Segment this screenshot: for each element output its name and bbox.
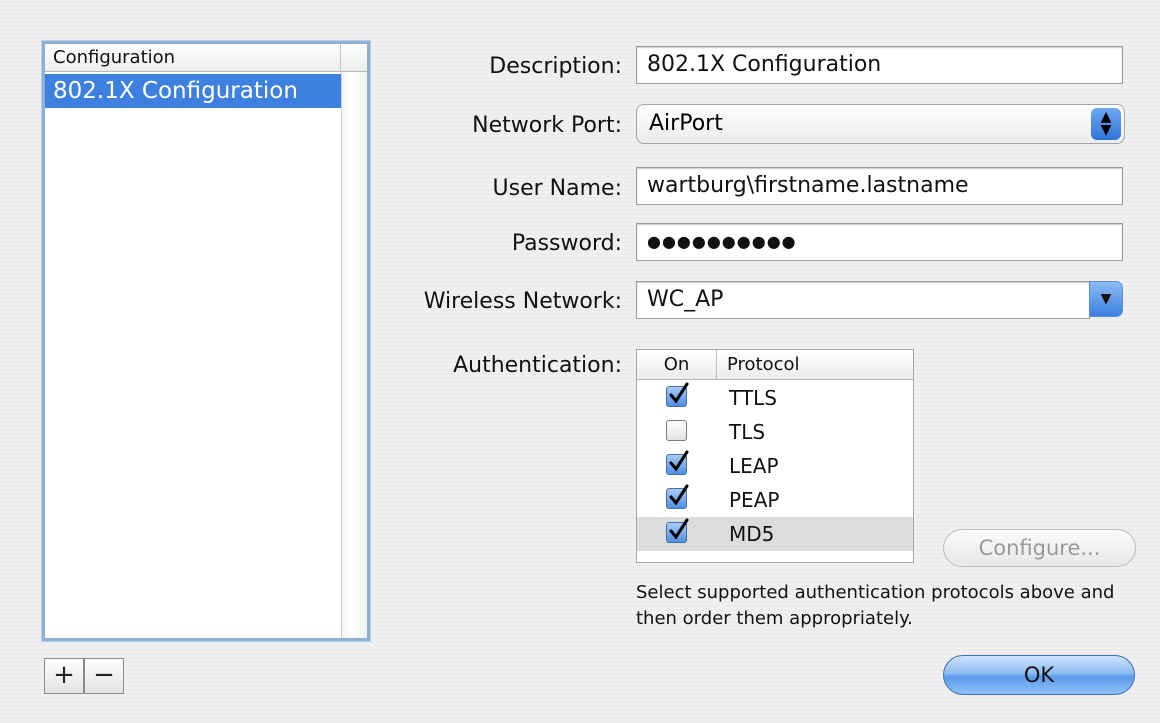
remove-configuration-button[interactable]: − bbox=[84, 658, 124, 694]
user-name-field[interactable]: wartburg\firstname.lastname bbox=[636, 167, 1123, 205]
ok-button[interactable]: OK bbox=[943, 655, 1135, 695]
authentication-hint-text: Select supported authentication protocol… bbox=[636, 582, 1115, 629]
wireless-network-label: Wireless Network: bbox=[423, 289, 622, 314]
protocol-name: MD5 bbox=[729, 522, 775, 546]
checkmark-icon bbox=[669, 450, 689, 472]
description-label: Description: bbox=[489, 54, 622, 79]
protocol-row[interactable]: LEAP bbox=[637, 449, 913, 483]
checkmark-icon bbox=[669, 484, 689, 506]
protocol-checkbox[interactable] bbox=[666, 450, 689, 475]
configuration-item[interactable]: 802.1X Configuration bbox=[45, 74, 341, 108]
up-down-arrows-icon: ▲ ▼ bbox=[1091, 108, 1121, 140]
protocol-row[interactable]: TLS bbox=[637, 415, 913, 449]
configure-button[interactable]: Configure... bbox=[943, 529, 1136, 567]
configuration-list[interactable]: Configuration 802.1X Configuration bbox=[42, 41, 370, 641]
chevron-down-icon: ▼ bbox=[1100, 291, 1112, 307]
password-label: Password: bbox=[511, 231, 622, 256]
on-column-header[interactable]: On bbox=[637, 350, 717, 380]
protocol-name: LEAP bbox=[729, 454, 779, 478]
description-field[interactable]: 802.1X Configuration bbox=[636, 46, 1123, 84]
protocol-checkbox[interactable] bbox=[666, 382, 689, 407]
configuration-column-header[interactable]: Configuration bbox=[45, 44, 341, 72]
checkmark-icon bbox=[669, 382, 689, 404]
protocol-checkbox[interactable] bbox=[666, 518, 689, 543]
add-configuration-button[interactable]: + bbox=[44, 658, 84, 694]
user-name-label: User Name: bbox=[492, 176, 622, 201]
protocol-row[interactable]: TTLS bbox=[637, 381, 913, 415]
protocol-row[interactable]: MD5 bbox=[637, 517, 913, 551]
protocol-checkbox[interactable] bbox=[666, 420, 687, 441]
network-port-label: Network Port: bbox=[472, 113, 622, 138]
wireless-network-field[interactable]: WC_AP bbox=[636, 281, 1090, 319]
password-field[interactable]: ●●●●●●●●●● bbox=[636, 223, 1123, 261]
protocol-checkbox[interactable] bbox=[666, 484, 689, 509]
protocol-column-header[interactable]: Protocol bbox=[717, 350, 913, 380]
authentication-protocol-table[interactable]: On Protocol TTLS TLS LEAP PEAP MD5 bbox=[636, 349, 914, 563]
network-port-popup[interactable]: AirPort ▲ ▼ bbox=[636, 104, 1125, 144]
protocol-name: TTLS bbox=[729, 386, 777, 410]
authentication-label: Authentication: bbox=[453, 353, 622, 378]
protocol-row[interactable]: PEAP bbox=[637, 483, 913, 517]
protocol-name: PEAP bbox=[729, 488, 780, 512]
network-port-value: AirPort bbox=[649, 111, 723, 136]
wireless-network-dropdown-button[interactable]: ▼ bbox=[1089, 281, 1123, 317]
checkmark-icon bbox=[669, 518, 689, 540]
protocol-name: TLS bbox=[729, 420, 766, 444]
